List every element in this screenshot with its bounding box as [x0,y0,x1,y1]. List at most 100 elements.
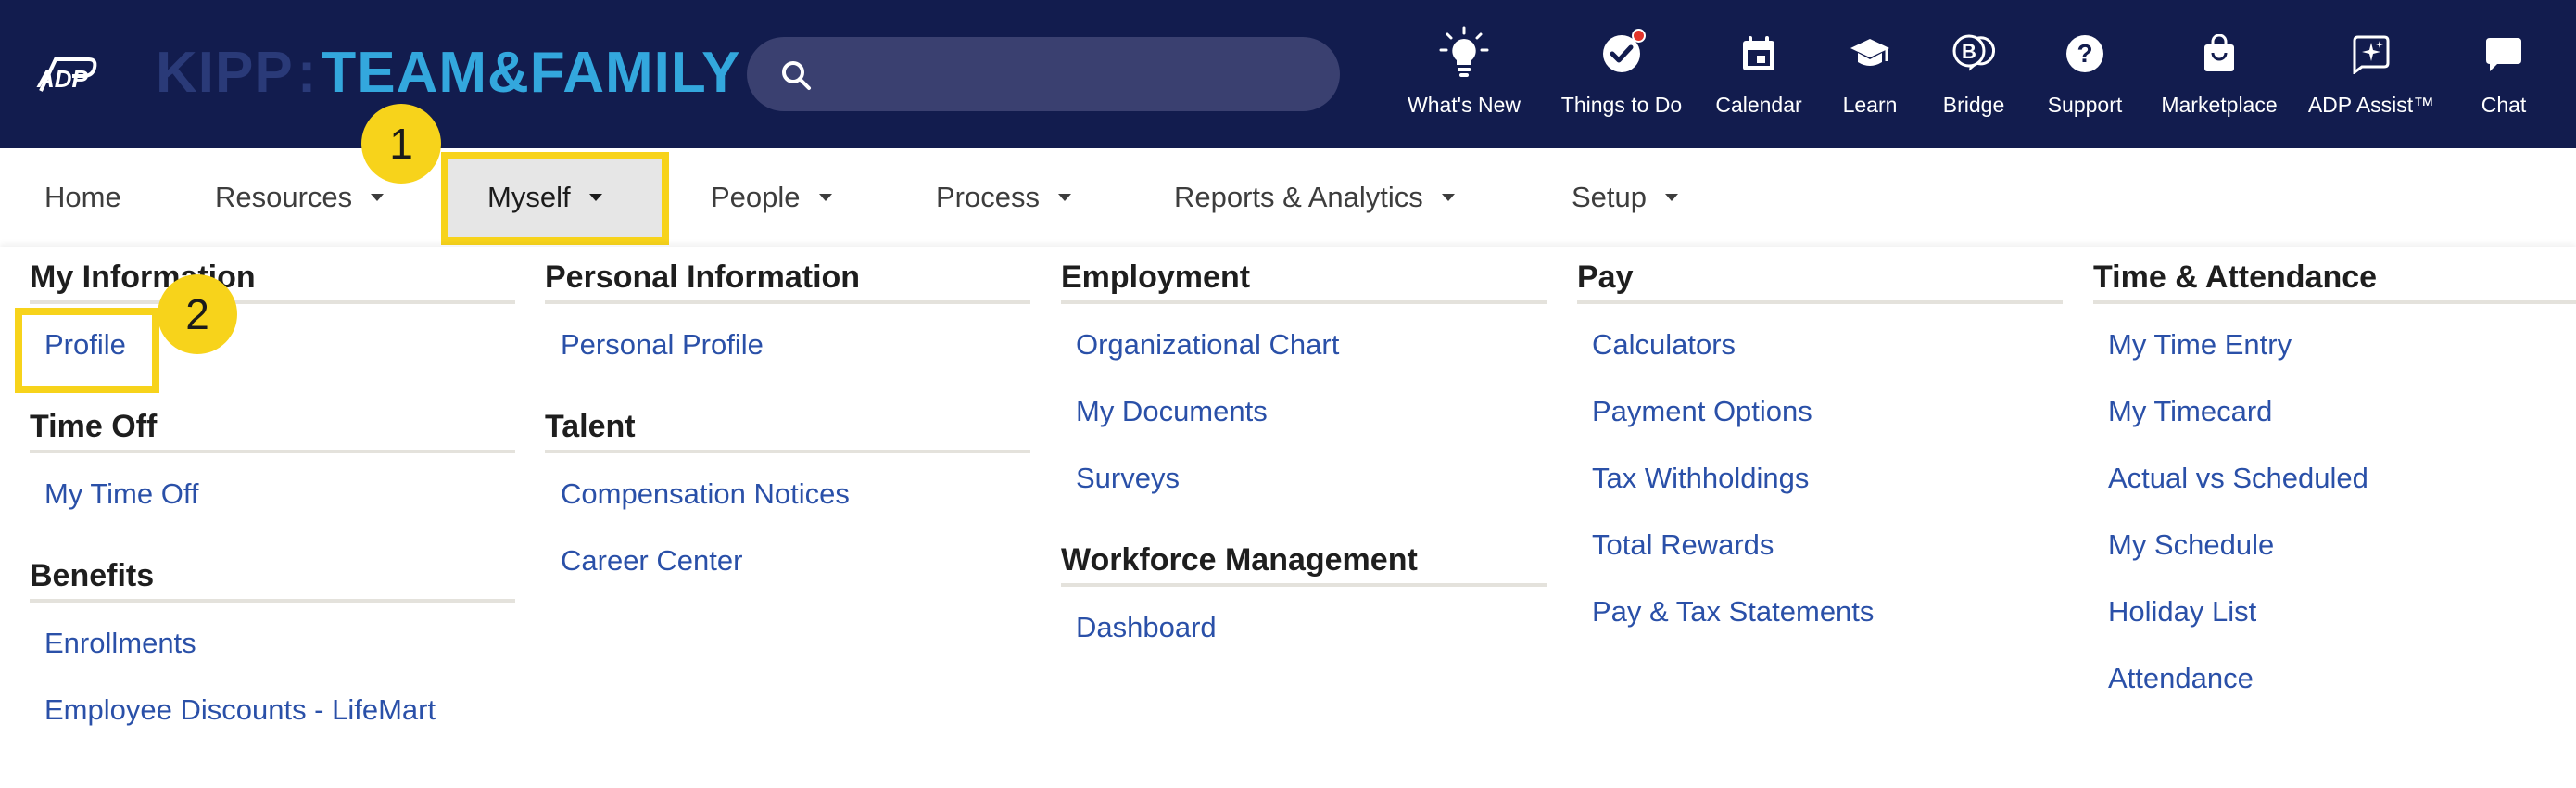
section-benefits: Benefits [30,558,155,593]
lightbulb-icon [1436,26,1492,82]
brand-colon: : [297,40,318,105]
link-tax-withholdings[interactable]: Tax Withholdings [1592,462,1809,495]
nav-process[interactable]: Process [936,176,1071,219]
section-divider [30,300,515,304]
header-learn-label: Learn [1842,93,1898,117]
link-payment-options[interactable]: Payment Options [1592,395,1812,428]
section-workforce-management: Workforce Management [1061,542,1418,578]
link-total-rewards[interactable]: Total Rewards [1592,528,1774,562]
bridge-chat-icon: B [1946,26,2001,82]
header-whats-new-label: What's New [1408,93,1521,117]
svg-text:ADP: ADP [36,65,89,93]
profile-highlight-box [15,308,159,393]
step-badge-2: 2 [158,274,237,354]
link-my-time-off[interactable]: My Time Off [44,477,199,511]
nav-myself-label: Myself [487,181,571,213]
header-adp-assist[interactable]: ADP Assist™ [2302,26,2441,128]
brand-kipp: KIPP [156,40,294,105]
section-divider [30,450,515,453]
link-attendance[interactable]: Attendance [2108,662,2254,695]
link-actual-vs-scheduled[interactable]: Actual vs Scheduled [2108,462,2368,495]
nav-people[interactable]: People [711,176,832,219]
header-things-to-do[interactable]: Things to Do [1547,26,1696,128]
link-holiday-list[interactable]: Holiday List [2108,595,2256,629]
shopping-bag-icon [2191,26,2247,82]
nav-people-label: People [711,181,801,213]
link-career-center[interactable]: Career Center [561,544,742,578]
chevron-down-icon [1665,194,1679,201]
search-icon[interactable] [780,59,812,91]
adp-logo[interactable]: ADP [32,54,98,95]
section-time-off: Time Off [30,409,158,444]
nav-setup[interactable]: Setup [1572,176,1679,219]
sparkle-chat-icon [2343,26,2399,82]
link-my-time-entry[interactable]: My Time Entry [2108,328,2292,362]
search-input[interactable] [830,50,1312,98]
nav-reports-analytics[interactable]: Reports & Analytics [1174,176,1455,219]
svg-text:?: ? [2077,39,2092,68]
section-divider [545,300,1030,304]
chevron-down-icon [1441,194,1455,201]
section-divider [2093,300,2576,304]
header-bridge[interactable]: B Bridge [1927,26,2020,128]
section-employment: Employment [1061,260,1251,295]
section-divider [1577,300,2063,304]
chevron-down-icon [1057,194,1071,201]
link-employee-discounts[interactable]: Employee Discounts - LifeMart [44,693,436,727]
header-support[interactable]: ? Support [2029,26,2140,128]
section-divider [545,450,1030,453]
nav-myself[interactable]: Myself [487,176,602,219]
section-divider [1061,583,1547,587]
step-badge-1: 1 [361,104,441,184]
header-calendar[interactable]: Calendar [1703,26,1814,128]
nav-setup-label: Setup [1572,181,1648,213]
link-my-schedule[interactable]: My Schedule [2108,528,2274,562]
link-enrollments[interactable]: Enrollments [44,627,196,660]
section-personal-information: Personal Information [545,260,861,295]
link-surveys[interactable]: Surveys [1076,462,1180,495]
brand-logo[interactable]: KIPP : TEAM&FAMILY [156,35,740,109]
nav-resources[interactable]: Resources [215,176,385,219]
chevron-down-icon [371,194,385,201]
chat-bubble-icon [2476,26,2532,82]
section-divider [30,599,515,603]
chevron-down-icon [588,194,602,201]
link-dashboard[interactable]: Dashboard [1076,611,1217,644]
link-organizational-chart[interactable]: Organizational Chart [1076,328,1339,362]
section-pay: Pay [1577,260,1634,295]
graduation-cap-icon [1842,26,1898,82]
header-chat[interactable]: Chat [2457,26,2550,128]
section-time-attendance: Time & Attendance [2093,260,2378,295]
nav-resources-label: Resources [215,181,353,213]
link-my-timecard[interactable]: My Timecard [2108,395,2272,428]
header-marketplace[interactable]: Marketplace [2150,26,2289,128]
nav-reports-analytics-label: Reports & Analytics [1174,181,1423,213]
link-calculators[interactable]: Calculators [1592,328,1736,362]
header-learn[interactable]: Learn [1824,26,1916,128]
link-my-documents[interactable]: My Documents [1076,395,1268,428]
search-bar[interactable] [747,37,1340,111]
section-divider [1061,300,1547,304]
link-pay-tax-statements[interactable]: Pay & Tax Statements [1592,595,1874,629]
header-whats-new[interactable]: What's New [1390,26,1538,128]
nav-home-label: Home [44,181,121,213]
header-chat-label: Chat [2481,93,2527,117]
brand-team-family: TEAM&FAMILY [321,40,741,105]
question-circle-icon: ? [2057,26,2113,82]
link-compensation-notices[interactable]: Compensation Notices [561,477,850,511]
notification-dot [1632,29,1646,43]
chevron-down-icon [818,194,832,201]
section-talent: Talent [545,409,636,444]
header-things-to-do-label: Things to Do [1560,93,1683,117]
header-calendar-label: Calendar [1715,93,1802,117]
link-personal-profile[interactable]: Personal Profile [561,328,764,362]
nav-process-label: Process [936,181,1040,213]
svg-text:B: B [1962,40,1976,63]
calendar-icon [1731,26,1787,82]
header-marketplace-label: Marketplace [2161,93,2278,117]
header-bridge-label: Bridge [1942,93,2005,117]
header-support-label: Support [2047,93,2123,117]
checkmark-circle-icon [1594,26,1649,82]
nav-home[interactable]: Home [44,176,121,219]
header-adp-assist-label: ADP Assist™ [2307,93,2435,117]
